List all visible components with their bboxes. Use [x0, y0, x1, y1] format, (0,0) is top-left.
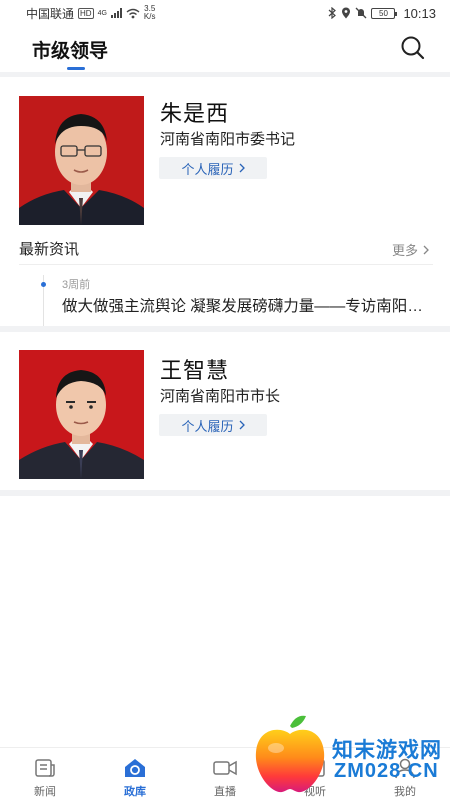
bluetooth-icon [329, 7, 337, 19]
hd-badge: HD [78, 7, 94, 19]
header: 市级领导 [0, 26, 450, 72]
news-item[interactable]: 3周前 做大做强主流舆论 凝聚发展磅礴力量——专访南阳市委书记朱是西 [19, 267, 433, 327]
leader-name: 王智慧 [160, 358, 230, 383]
leader-name: 朱是西 [160, 101, 230, 126]
leader-position: 河南省南阳市市长 [160, 388, 281, 405]
clock: 10:13 [403, 5, 436, 21]
search-icon[interactable] [400, 35, 426, 61]
chevron-right-icon [239, 163, 245, 173]
resume-button[interactable]: 个人履历 [159, 157, 267, 179]
nav-label: 新闻 [34, 786, 56, 798]
carrier-name: 中国联通 [26, 6, 75, 21]
news-title[interactable]: 做大做强主流舆论 凝聚发展磅礴力量——专访南阳市委书记朱是西 [62, 294, 432, 316]
apple-logo-icon [255, 715, 325, 793]
nav-label: 政库 [124, 786, 146, 798]
location-icon [342, 7, 351, 19]
chevron-right-icon [239, 420, 245, 430]
more-label: 更多 [391, 243, 418, 258]
wifi-icon [126, 8, 140, 18]
mute-icon [355, 7, 367, 19]
leader-photo[interactable] [19, 350, 144, 479]
news-time: 3周前 [62, 279, 91, 291]
nav-tab-news[interactable]: 新闻 [0, 748, 90, 800]
gov-library-icon [125, 759, 145, 777]
live-camera-icon [213, 760, 237, 776]
nav-label: 直播 [214, 786, 236, 798]
timeline-dot [41, 282, 46, 287]
chevron-right-icon [423, 245, 429, 254]
card-divider [0, 490, 450, 496]
leader-photo[interactable] [19, 96, 144, 225]
page-title: 市级领导 [32, 41, 109, 62]
leader-card[interactable]: 朱是西 河南省南阳市委书记 个人履历 最新资讯 更多 3周前 做大做强主流舆论 … [0, 77, 450, 327]
news-icon [35, 759, 55, 777]
status-bar: 中国联通 HD 4G 3.5 K/s 50 10:13 [0, 0, 450, 26]
network-type: 4G [97, 9, 107, 17]
news-heading: 最新资讯 [19, 241, 80, 258]
resume-button[interactable]: 个人履历 [159, 414, 267, 436]
nav-tab-gov-library[interactable]: 政库 [90, 748, 180, 800]
network-speed: 3.5 K/s [143, 4, 156, 21]
resume-label: 个人履历 [181, 418, 234, 434]
more-link[interactable]: 更多 [392, 240, 429, 259]
news-header: 最新资讯 更多 [19, 235, 433, 265]
card-divider [0, 326, 450, 332]
watermark: 知末游戏网 ZM028.CN [250, 712, 446, 798]
battery-icon: 50 [371, 7, 398, 19]
watermark-domain: ZM028.CN [334, 760, 439, 782]
title-underline [67, 67, 85, 70]
signal-icon [110, 8, 122, 18]
leader-card[interactable]: 王智慧 河南省南阳市市长 个人履历 [0, 334, 450, 490]
resume-label: 个人履历 [181, 161, 234, 177]
leader-position: 河南省南阳市委书记 [160, 131, 296, 148]
